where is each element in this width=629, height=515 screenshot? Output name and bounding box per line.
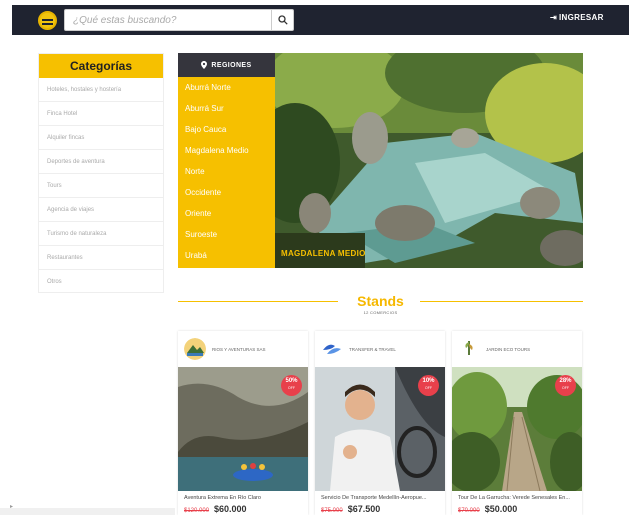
rios-aventuras-logo-icon bbox=[184, 338, 206, 360]
regions-title: REGIONES bbox=[211, 61, 252, 69]
region-item[interactable]: Norte bbox=[178, 161, 275, 182]
discount-value: 10% bbox=[422, 378, 435, 384]
region-item[interactable]: Bajo Cauca bbox=[178, 119, 275, 140]
search-box bbox=[64, 9, 294, 31]
top-bar: ⇥ INGRESAR bbox=[12, 5, 629, 35]
stands-title: Stands bbox=[357, 293, 404, 309]
stand-name: TRANSFER & TRAVEL bbox=[349, 346, 396, 352]
category-item[interactable]: Restaurantes bbox=[39, 246, 163, 270]
discount-value: 28% bbox=[559, 378, 572, 384]
discount-badge: 10% OFF bbox=[418, 375, 439, 396]
region-item[interactable]: Oriente bbox=[178, 203, 275, 224]
login-button[interactable]: ⇥ INGRESAR bbox=[550, 13, 604, 22]
category-item[interactable]: Otros bbox=[39, 270, 163, 294]
region-item[interactable]: Urabá bbox=[178, 245, 275, 266]
stand-card[interactable]: JARDIN ECO TOURS 28% OFF Tour De La Garr… bbox=[452, 331, 582, 515]
category-item[interactable]: Tours bbox=[39, 174, 163, 198]
new-price: $60.000 bbox=[214, 504, 247, 514]
search-button[interactable] bbox=[271, 10, 293, 30]
new-price: $67.500 bbox=[347, 504, 381, 514]
regions-panel: REGIONES Aburrá Norte Aburrá Sur Bajo Ca… bbox=[178, 53, 275, 268]
river-landscape-image bbox=[275, 53, 583, 268]
search-input[interactable] bbox=[65, 10, 271, 30]
stands-count: 12 COMERCIOS bbox=[363, 310, 398, 315]
status-bar bbox=[0, 508, 175, 515]
stand-name: JARDIN ECO TOURS bbox=[486, 346, 531, 352]
stand-card[interactable]: RIOS Y AVENTURAS SAS 50% OFF Aventura Ex… bbox=[178, 331, 308, 515]
discount-value: 50% bbox=[285, 378, 298, 384]
stand-card-header: TRANSFER & TRAVEL bbox=[315, 331, 445, 367]
category-item[interactable]: Turismo de naturaleza bbox=[39, 222, 163, 246]
discount-label: OFF bbox=[562, 386, 569, 390]
discount-badge: 50% OFF bbox=[281, 375, 302, 396]
search-icon bbox=[277, 15, 288, 25]
region-item[interactable]: Aburrá Sur bbox=[178, 98, 275, 119]
discount-badge: 28% OFF bbox=[555, 375, 576, 396]
regions-header: REGIONES bbox=[178, 53, 275, 77]
old-price: $70.000 bbox=[458, 508, 480, 514]
stand-card[interactable]: TRANSFER & TRAVEL 10% OFF Servicio De Tr… bbox=[315, 331, 445, 515]
region-hero-image[interactable]: MAGDALENA MEDIO bbox=[275, 53, 583, 268]
stand-name: RIOS Y AVENTURAS SAS bbox=[212, 346, 266, 352]
category-item[interactable]: Finca Hotel bbox=[39, 102, 163, 126]
region-item[interactable]: Occidente bbox=[178, 182, 275, 203]
hero-caption: MAGDALENA MEDIO bbox=[281, 249, 366, 258]
offer-title[interactable]: Aventura Extrema En Río Claro bbox=[184, 495, 261, 501]
discount-label: OFF bbox=[288, 386, 295, 390]
offer-prices: $120.000 $60.000 bbox=[184, 504, 247, 514]
brand-logo-icon[interactable] bbox=[38, 11, 57, 30]
category-item[interactable]: Hoteles, hostales y hostería bbox=[39, 78, 163, 102]
transfer-travel-logo-icon bbox=[321, 338, 343, 360]
jardin-eco-tours-logo-icon bbox=[458, 338, 480, 360]
region-item[interactable]: Magdalena Medio bbox=[178, 140, 275, 161]
category-item[interactable]: Alquiler fincas bbox=[39, 126, 163, 150]
discount-label: OFF bbox=[425, 386, 432, 390]
offer-title[interactable]: Servicio De Transporte Medellín-Aeropue.… bbox=[321, 495, 426, 501]
offer-title[interactable]: Tour De La Garrucha: Verede Senesales En… bbox=[458, 495, 570, 501]
old-price: $75.000 bbox=[321, 508, 343, 514]
region-item[interactable]: Aburrá Norte bbox=[178, 77, 275, 98]
offer-prices: $70.000 $50.000 bbox=[458, 504, 517, 514]
stand-card-header: RIOS Y AVENTURAS SAS bbox=[178, 331, 308, 367]
region-item[interactable]: Suroeste bbox=[178, 224, 275, 245]
categories-title: Categorías bbox=[39, 54, 163, 78]
location-pin-icon bbox=[201, 61, 208, 69]
categories-panel: Categorías Hoteles, hostales y hostería … bbox=[38, 53, 164, 293]
new-price: $50.000 bbox=[484, 504, 518, 514]
category-item[interactable]: Deportes de aventura bbox=[39, 150, 163, 174]
stand-card-header: JARDIN ECO TOURS bbox=[452, 331, 582, 367]
offer-prices: $75.000 $67.500 bbox=[321, 504, 380, 514]
status-indicator-icon: ▸ bbox=[10, 504, 14, 510]
login-arrow-icon: ⇥ bbox=[550, 13, 558, 22]
old-price: $120.000 bbox=[184, 508, 210, 514]
login-label: INGRESAR bbox=[559, 13, 604, 22]
category-item[interactable]: Agencia de viajes bbox=[39, 198, 163, 222]
